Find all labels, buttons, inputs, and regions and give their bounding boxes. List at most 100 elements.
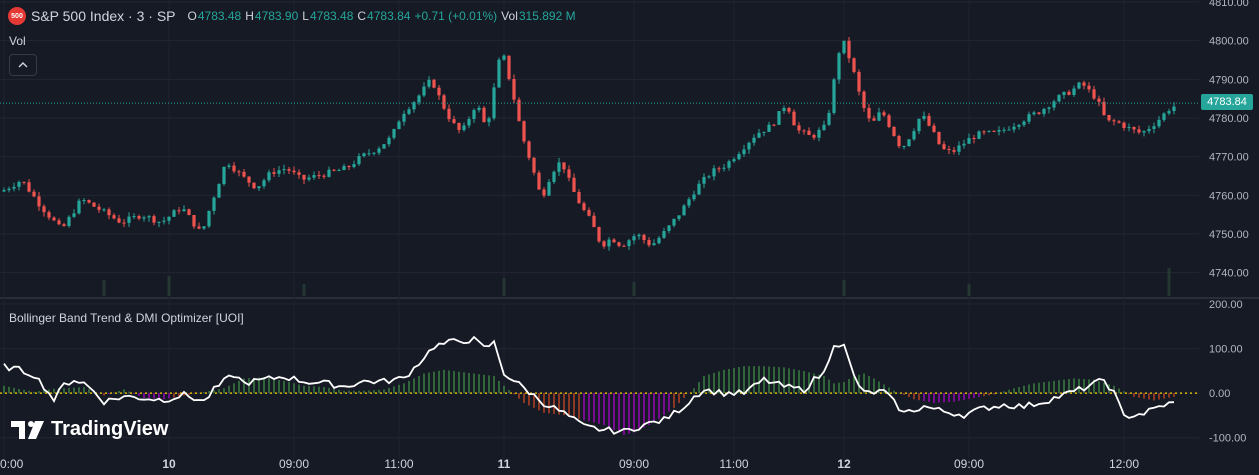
candle-body	[202, 226, 206, 229]
candle-body	[227, 165, 231, 167]
candle-body	[542, 189, 546, 196]
tradingview-logo-text: TradingView	[51, 418, 169, 440]
candle-body	[957, 145, 961, 152]
volume-bar	[167, 276, 171, 296]
candle-body	[702, 176, 706, 184]
candle-body	[287, 169, 291, 171]
candle-body	[1112, 120, 1116, 122]
open-label: O	[187, 9, 197, 23]
candle-body	[307, 177, 311, 180]
candle-body	[977, 131, 981, 139]
time-axis-label: 09:00	[954, 457, 984, 471]
chart-canvas[interactable]: 4810.00 4800.00 4790.00 4780.00 4770.00 4760.…	[0, 0, 1259, 475]
volume-bar	[302, 284, 306, 296]
candle-body	[672, 218, 676, 226]
candle-body	[372, 152, 376, 154]
candle-body	[362, 153, 366, 157]
symbol-logo-icon: 500	[8, 7, 26, 25]
open-value: 4783.48	[197, 9, 242, 23]
candle-body	[42, 206, 46, 213]
candle-body	[797, 125, 801, 131]
price-axis-label: 4780.00	[1209, 113, 1249, 125]
candle-body	[82, 200, 86, 202]
candle-body	[477, 107, 481, 111]
candle-body	[912, 131, 916, 140]
candle-body	[217, 184, 221, 198]
candle-body	[462, 125, 466, 131]
last-price-tag: 4783.84	[1201, 94, 1253, 110]
candle-body	[172, 210, 176, 217]
change-value: +0.71 (+0.01%)	[414, 9, 498, 23]
candle-body	[707, 176, 711, 178]
candle-body	[697, 183, 701, 195]
osc-axis-label: 0.00	[1209, 388, 1230, 400]
candle-body	[772, 124, 776, 126]
candle-body	[737, 154, 741, 160]
volume-pane-label[interactable]: Vol	[9, 34, 26, 48]
candle-body	[682, 205, 686, 216]
candle-body	[512, 78, 516, 100]
candle-body	[592, 215, 596, 228]
candle-body	[667, 225, 671, 231]
candle-body	[552, 171, 556, 182]
time-axis-label: 0:00	[0, 457, 24, 471]
symbol-title[interactable]: S&P 500 Index · 3 · SP	[31, 8, 176, 24]
candle-body	[177, 210, 181, 212]
tradingview-logo[interactable]: TradingView	[11, 418, 168, 441]
candle-body	[1042, 108, 1046, 114]
time-axis-label: 11:00	[384, 457, 413, 471]
candle-body	[522, 121, 526, 142]
candle-body	[1017, 124, 1021, 127]
candle-body	[717, 168, 721, 170]
candle-body	[97, 206, 101, 210]
volume-value: 315.892 M	[518, 9, 576, 23]
tradingview-logo-icon	[11, 420, 44, 439]
candle-body	[1067, 91, 1071, 95]
candle-body	[567, 169, 571, 178]
time-axis-label: 09:00	[619, 457, 649, 471]
volume-bar	[102, 280, 106, 296]
candle-body	[502, 55, 506, 60]
time-axis-label: 09:00	[279, 457, 309, 471]
candle-body	[982, 131, 986, 133]
candle-body	[822, 124, 826, 130]
candle-body	[1142, 131, 1146, 133]
indicator-name[interactable]: Bollinger Band Trend & DMI Optimizer [UO…	[9, 311, 244, 325]
candle-body	[117, 218, 121, 223]
candle-body	[272, 172, 276, 174]
candle-body	[407, 109, 411, 114]
candle-body	[377, 148, 381, 153]
candle-body	[212, 197, 216, 211]
candle-body	[1002, 129, 1006, 131]
candle-body	[1077, 82, 1081, 89]
candle-body	[357, 156, 361, 165]
candle-body	[17, 181, 21, 187]
candle-body	[352, 164, 356, 168]
candle-body	[292, 170, 296, 173]
candle-body	[837, 53, 841, 80]
candle-body	[882, 112, 886, 116]
close-label: C	[357, 9, 367, 23]
price-axis-label: 4790.00	[1209, 74, 1249, 86]
candle-body	[877, 112, 881, 121]
candle-body	[207, 210, 211, 227]
candle-body	[1152, 126, 1156, 129]
candle-body	[1137, 129, 1141, 133]
symbol-legend[interactable]: 500 S&P 500 Index · 3 · SP O 4783.48 H 4…	[8, 7, 580, 25]
candle-body	[917, 118, 921, 132]
candle-body	[317, 175, 321, 177]
candle-body	[347, 166, 351, 168]
candle-body	[642, 234, 646, 241]
candle-body	[1027, 114, 1031, 122]
candle-body	[562, 162, 566, 170]
candle-body	[162, 220, 166, 222]
candle-body	[807, 130, 811, 136]
candle-body	[182, 209, 186, 212]
candle-body	[787, 108, 791, 112]
candle-body	[992, 130, 996, 132]
candle-body	[57, 220, 61, 225]
collapse-legend-button[interactable]	[9, 54, 37, 76]
candle-body	[852, 58, 856, 72]
candle-body	[1092, 89, 1096, 99]
time-axis-label: 11:00	[719, 457, 748, 471]
